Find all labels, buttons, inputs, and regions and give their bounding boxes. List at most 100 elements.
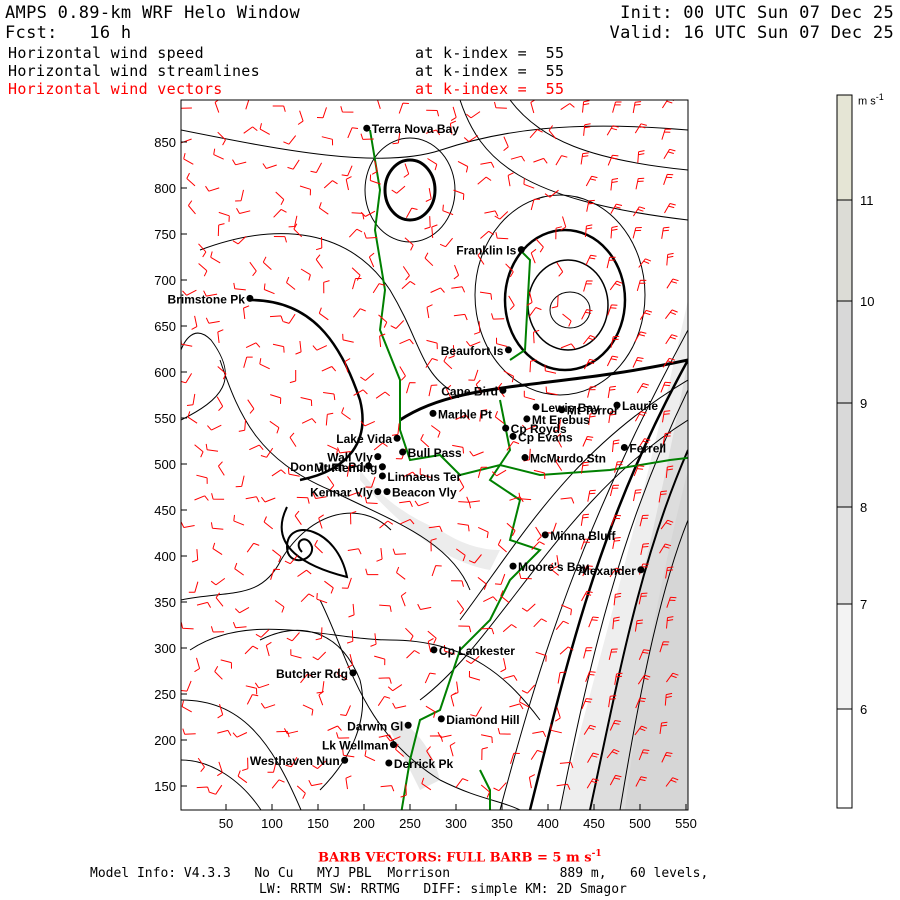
wind-barb	[321, 136, 334, 146]
wind-barb	[275, 191, 285, 206]
location-dot	[374, 453, 382, 461]
wind-barb	[246, 694, 259, 705]
wind-barb	[585, 175, 598, 187]
wind-barb	[583, 123, 591, 136]
wind-barb	[560, 103, 575, 111]
barb-note-units: -1	[591, 849, 602, 859]
location-marker[interactable]: McMurdo Stn	[521, 452, 607, 466]
location-marker[interactable]: Franklin Is	[456, 244, 525, 258]
barb-note-text: BARB VECTORS: FULL BARB = 5 m s	[318, 850, 592, 866]
wind-barb	[244, 645, 259, 655]
colorbar-label-9: 9	[860, 396, 868, 411]
wind-barb	[523, 390, 536, 401]
wind-barb	[211, 493, 225, 500]
location-marker[interactable]: Linnaeus Ter	[378, 470, 462, 484]
wind-barb	[325, 412, 334, 426]
wind-barb	[301, 418, 317, 424]
wind-barb	[634, 411, 647, 422]
map-plot: 50 100 150 200 250 300 350 400 450 500 550 850 800 7…	[154, 94, 853, 831]
wind-barb	[315, 254, 324, 269]
wind-barb	[402, 266, 410, 281]
location-label: Marble Pt	[438, 407, 492, 421]
wind-barb	[276, 730, 290, 738]
y-tick-label: 350	[154, 595, 176, 610]
wind-barb	[259, 358, 270, 370]
wind-barb	[663, 148, 676, 159]
wind-barb	[308, 779, 323, 787]
x-tick-label: 350	[491, 816, 513, 831]
wind-barb	[327, 725, 342, 731]
wind-barb	[426, 304, 433, 319]
location-marker[interactable]: Lk Wellman	[322, 739, 397, 753]
wind-barb	[300, 268, 311, 281]
location-label: Lk Wellman	[322, 739, 388, 753]
location-dot	[637, 566, 645, 574]
location-label: Laurie	[622, 399, 658, 413]
location-marker[interactable]: Cp Evans	[509, 430, 574, 444]
location-marker[interactable]: Ferrell	[620, 441, 666, 455]
wind-barb	[216, 396, 224, 412]
location-marker[interactable]: Derrick Pk	[385, 757, 454, 771]
location-marker[interactable]: Westhaven Nun	[250, 754, 349, 768]
wind-barb	[299, 185, 311, 196]
location-marker[interactable]: Brimstone Pk	[168, 292, 254, 306]
location-dot	[393, 434, 401, 442]
wind-barb	[342, 333, 354, 343]
location-marker[interactable]: Mt Erebus	[523, 413, 590, 427]
location-marker[interactable]: Cp Lankester	[430, 644, 515, 658]
location-label: Cape Bird	[441, 384, 498, 398]
location-marker[interactable]: Minna Bluff	[541, 529, 617, 543]
location-marker[interactable]: Alexander	[578, 564, 645, 578]
colorbar-label-11: 11	[860, 193, 874, 208]
location-marker[interactable]: Laurie	[613, 399, 659, 413]
location-label: Cp Lankester	[439, 644, 515, 658]
wind-barb	[494, 573, 506, 585]
location-marker[interactable]: Mt Fleming	[314, 461, 386, 475]
wind-barb	[633, 489, 642, 502]
location-marker[interactable]: Darwin Gl	[347, 719, 412, 733]
location-marker[interactable]: Beacon Vly	[383, 486, 458, 500]
location-marker[interactable]: Cape Bird	[441, 384, 507, 398]
wind-barb	[390, 320, 405, 329]
wind-barb	[466, 111, 481, 119]
wind-barb	[500, 658, 507, 673]
wind-barb	[371, 160, 378, 175]
wind-barb	[375, 391, 391, 399]
location-marker[interactable]: Lake Vida	[336, 432, 401, 446]
location-marker[interactable]: Kennar Vly	[310, 486, 382, 500]
wind-barb	[212, 542, 223, 556]
wind-barb	[341, 407, 351, 420]
wind-barb	[425, 188, 432, 202]
wind-barb	[391, 185, 406, 194]
wind-barb	[283, 313, 296, 324]
wind-barb	[533, 618, 547, 628]
location-marker[interactable]: Beaufort Is	[441, 344, 512, 358]
wind-barb	[580, 513, 590, 526]
location-dot	[429, 409, 437, 417]
wind-barb	[194, 657, 201, 673]
location-marker[interactable]: Bull Pass	[399, 446, 462, 460]
location-marker[interactable]: Diamond Hill	[437, 713, 520, 727]
wind-barb	[323, 280, 330, 294]
wind-barb	[368, 252, 375, 268]
location-label: Beaufort Is	[441, 344, 504, 358]
wind-barb	[406, 382, 416, 394]
wind-barb	[296, 496, 310, 504]
wind-barb	[196, 474, 208, 484]
wind-barb	[612, 439, 620, 453]
colorbar-label-10: 10	[860, 294, 875, 309]
location-label: Minna Bluff	[550, 529, 616, 543]
wind-barb	[254, 682, 270, 689]
wind-barb	[205, 185, 220, 192]
wind-barb	[535, 238, 544, 253]
wind-barb	[427, 630, 437, 644]
location-dot	[430, 646, 438, 654]
location-marker[interactable]: Terra Nova Bay	[363, 122, 459, 136]
location-marker[interactable]: Butcher Rdg	[276, 667, 357, 681]
wind-barb	[347, 548, 362, 555]
wind-barb	[528, 774, 536, 789]
colorbar-label-8: 8	[860, 500, 868, 515]
wind-barb	[468, 670, 481, 681]
wind-barb	[237, 770, 248, 784]
location-marker[interactable]: Marble Pt	[429, 407, 493, 421]
